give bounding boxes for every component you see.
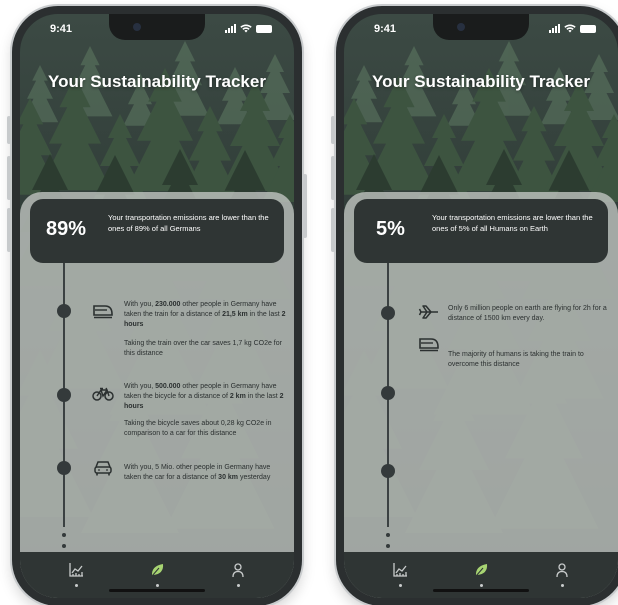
tab-statistics[interactable] (388, 562, 412, 590)
timeline-entry-train: With you, 230.000 other people in German… (124, 301, 286, 328)
tab-indicator (156, 584, 159, 587)
car-icon (94, 461, 112, 476)
train-icon (93, 305, 113, 319)
tab-indicator (75, 584, 78, 587)
tab-profile[interactable] (226, 562, 250, 590)
timeline-entry-bicycle: With you, 500.000 other people in German… (124, 383, 284, 410)
battery-icon (256, 24, 272, 33)
tab-statistics[interactable] (64, 562, 88, 590)
signal-icon (225, 24, 236, 33)
airplane-icon (418, 305, 438, 319)
timeline-entry-train: The majority of humans is taking the tra… (448, 351, 584, 368)
timeline-more-dot (386, 533, 390, 537)
leaf-icon (151, 564, 164, 577)
wifi-icon (240, 24, 252, 33)
tab-sustainability[interactable] (145, 562, 169, 590)
timeline-dot[interactable] (57, 388, 71, 402)
wifi-icon (564, 24, 576, 33)
status-time: 9:41 (374, 23, 397, 35)
timeline-entry-car: With you, 5 Mio. other people in Germany… (124, 464, 271, 481)
volume-up-button (7, 156, 11, 200)
timeline-more-dot (62, 533, 66, 537)
tab-indicator (561, 584, 564, 587)
volume-up-button (331, 156, 335, 200)
camera-notch (433, 14, 529, 40)
train-icon (419, 338, 439, 352)
timeline-dot[interactable] (57, 461, 71, 475)
home-indicator (433, 589, 529, 592)
tab-profile[interactable] (550, 562, 574, 590)
timeline-dot[interactable] (57, 304, 71, 318)
timeline-entry-bicycle-savings: Taking the bicycle saves about 0,28 kg C… (124, 420, 272, 437)
profile-icon (556, 563, 568, 578)
home-indicator (109, 589, 205, 592)
timeline-dot[interactable] (381, 306, 395, 320)
statistics-icon (69, 563, 83, 577)
mute-switch (7, 116, 11, 144)
camera-notch (109, 14, 205, 40)
tab-indicator (399, 584, 402, 587)
timeline-dot[interactable] (381, 464, 395, 478)
app-screen: 9:41 Your Sustainability Tracker 5% Your… (344, 14, 618, 598)
timeline-dot[interactable] (381, 386, 395, 400)
statistics-icon (393, 563, 407, 577)
timeline-more-dot (386, 544, 390, 548)
status-time: 9:41 (50, 23, 73, 35)
app-screen: 9:41 Your Sustainability Tracker 89% You… (20, 14, 294, 598)
leaf-icon (475, 564, 488, 577)
power-button (303, 174, 307, 238)
timeline-more-dot (62, 544, 66, 548)
timeline: Only 6 million people on earth are flyin… (344, 14, 618, 598)
volume-down-button (7, 208, 11, 252)
phone-mockup-right: 9:41 Your Sustainability Tracker 5% Your… (331, 6, 618, 605)
volume-down-button (331, 208, 335, 252)
battery-icon (580, 24, 596, 33)
timeline-entry-train-savings: Taking the train over the car saves 1,7 … (124, 340, 282, 357)
mute-switch (331, 116, 335, 144)
bicycle-icon (92, 387, 114, 401)
signal-icon (549, 24, 560, 33)
tab-sustainability[interactable] (469, 562, 493, 590)
tab-indicator (480, 584, 483, 587)
phone-mockup-left: 9:41 Your Sustainability Tracker 89% You… (7, 6, 307, 605)
timeline-entry-flight: Only 6 million people on earth are flyin… (448, 305, 607, 322)
timeline: With you, 230.000 other people in German… (20, 14, 294, 598)
profile-icon (232, 563, 244, 578)
tab-indicator (237, 584, 240, 587)
